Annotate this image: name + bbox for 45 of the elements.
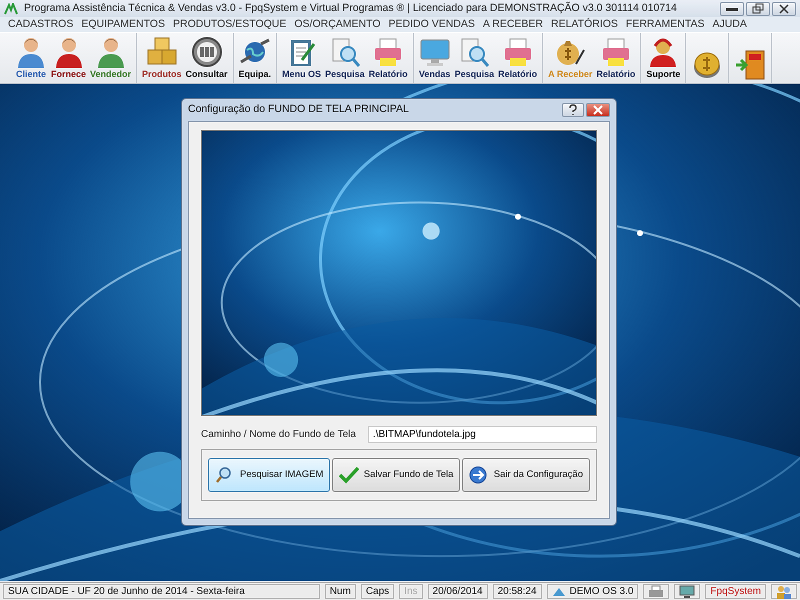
toolbar-button[interactable]: Cliente (13, 34, 49, 83)
person-icon (15, 36, 47, 68)
toolbar-button[interactable]: Vendedor (88, 34, 134, 83)
restore-icon (751, 2, 765, 14)
status-panel: 20:58:24 (492, 584, 542, 599)
toolbar-button[interactable]: Consultar (184, 34, 230, 83)
status-panel: Num (324, 584, 356, 599)
minimize-button[interactable] (720, 2, 744, 16)
menu-item[interactable]: PEDIDO VENDAS (384, 16, 479, 32)
printer-icon (648, 584, 664, 598)
toolbar-button[interactable]: Pesquisa (452, 34, 496, 83)
app-logo-icon (4, 2, 18, 14)
toolbar-button[interactable]: Pesquisa (323, 34, 367, 83)
toolbar-button[interactable]: Produtos (140, 34, 184, 83)
close-button[interactable] (772, 2, 796, 16)
exit-door-icon (734, 49, 766, 81)
menu-item[interactable]: EQUIPAMENTOS (77, 16, 169, 32)
window-title: Programa Assistência Técnica & Vendas v3.0 - FpqSystem e Virtual Programas ® | Licenciado para DEMONSTRAÇÃO v3.0 301114 010714 (24, 0, 677, 16)
monitor-icon (679, 584, 696, 598)
status-panel: DEMO OS 3.0 (546, 584, 638, 599)
users-icon (776, 584, 792, 598)
menu-item[interactable]: OS/ORÇAMENTO (290, 16, 385, 32)
barcode-icon (190, 36, 223, 68)
toolbar-button[interactable]: Relatório (366, 34, 410, 83)
restore-button[interactable] (746, 2, 770, 16)
menu-item[interactable]: PRODUTOS/ESTOQUE (168, 16, 290, 32)
status-panel: 20/06/2014 (428, 584, 488, 599)
status-panel: SUA CIDADE - UF 20 de Junho de 2014 - Sexta-feira (3, 584, 320, 599)
menu-item[interactable]: AJUDA (708, 16, 751, 32)
toolbar-button[interactable]: Suporte (644, 34, 682, 83)
toolbar-button[interactable]: Equipa. (236, 34, 274, 83)
close-icon (777, 2, 791, 14)
toolbar-button[interactable]: Relatório (496, 34, 540, 83)
menu-item[interactable]: CADASTROS (4, 16, 78, 32)
toolbar-button[interactable]: Relatório (594, 34, 638, 83)
menu-item[interactable]: RELATÓRIOS (547, 16, 622, 32)
menu-item[interactable]: A RECEBER (478, 16, 547, 32)
status-panel: FpqSystem (705, 584, 766, 599)
toolbar-button[interactable]: Vendas (416, 34, 453, 83)
status-panel: Ins (399, 584, 423, 599)
boxes-icon (146, 36, 178, 68)
toolbar-button[interactable]: Menu OS (280, 34, 324, 83)
menu-item[interactable]: FERRAMENTAS (622, 16, 708, 32)
toolbar-button[interactable]: Fornece (49, 34, 88, 83)
status-panel: Caps (360, 584, 394, 599)
